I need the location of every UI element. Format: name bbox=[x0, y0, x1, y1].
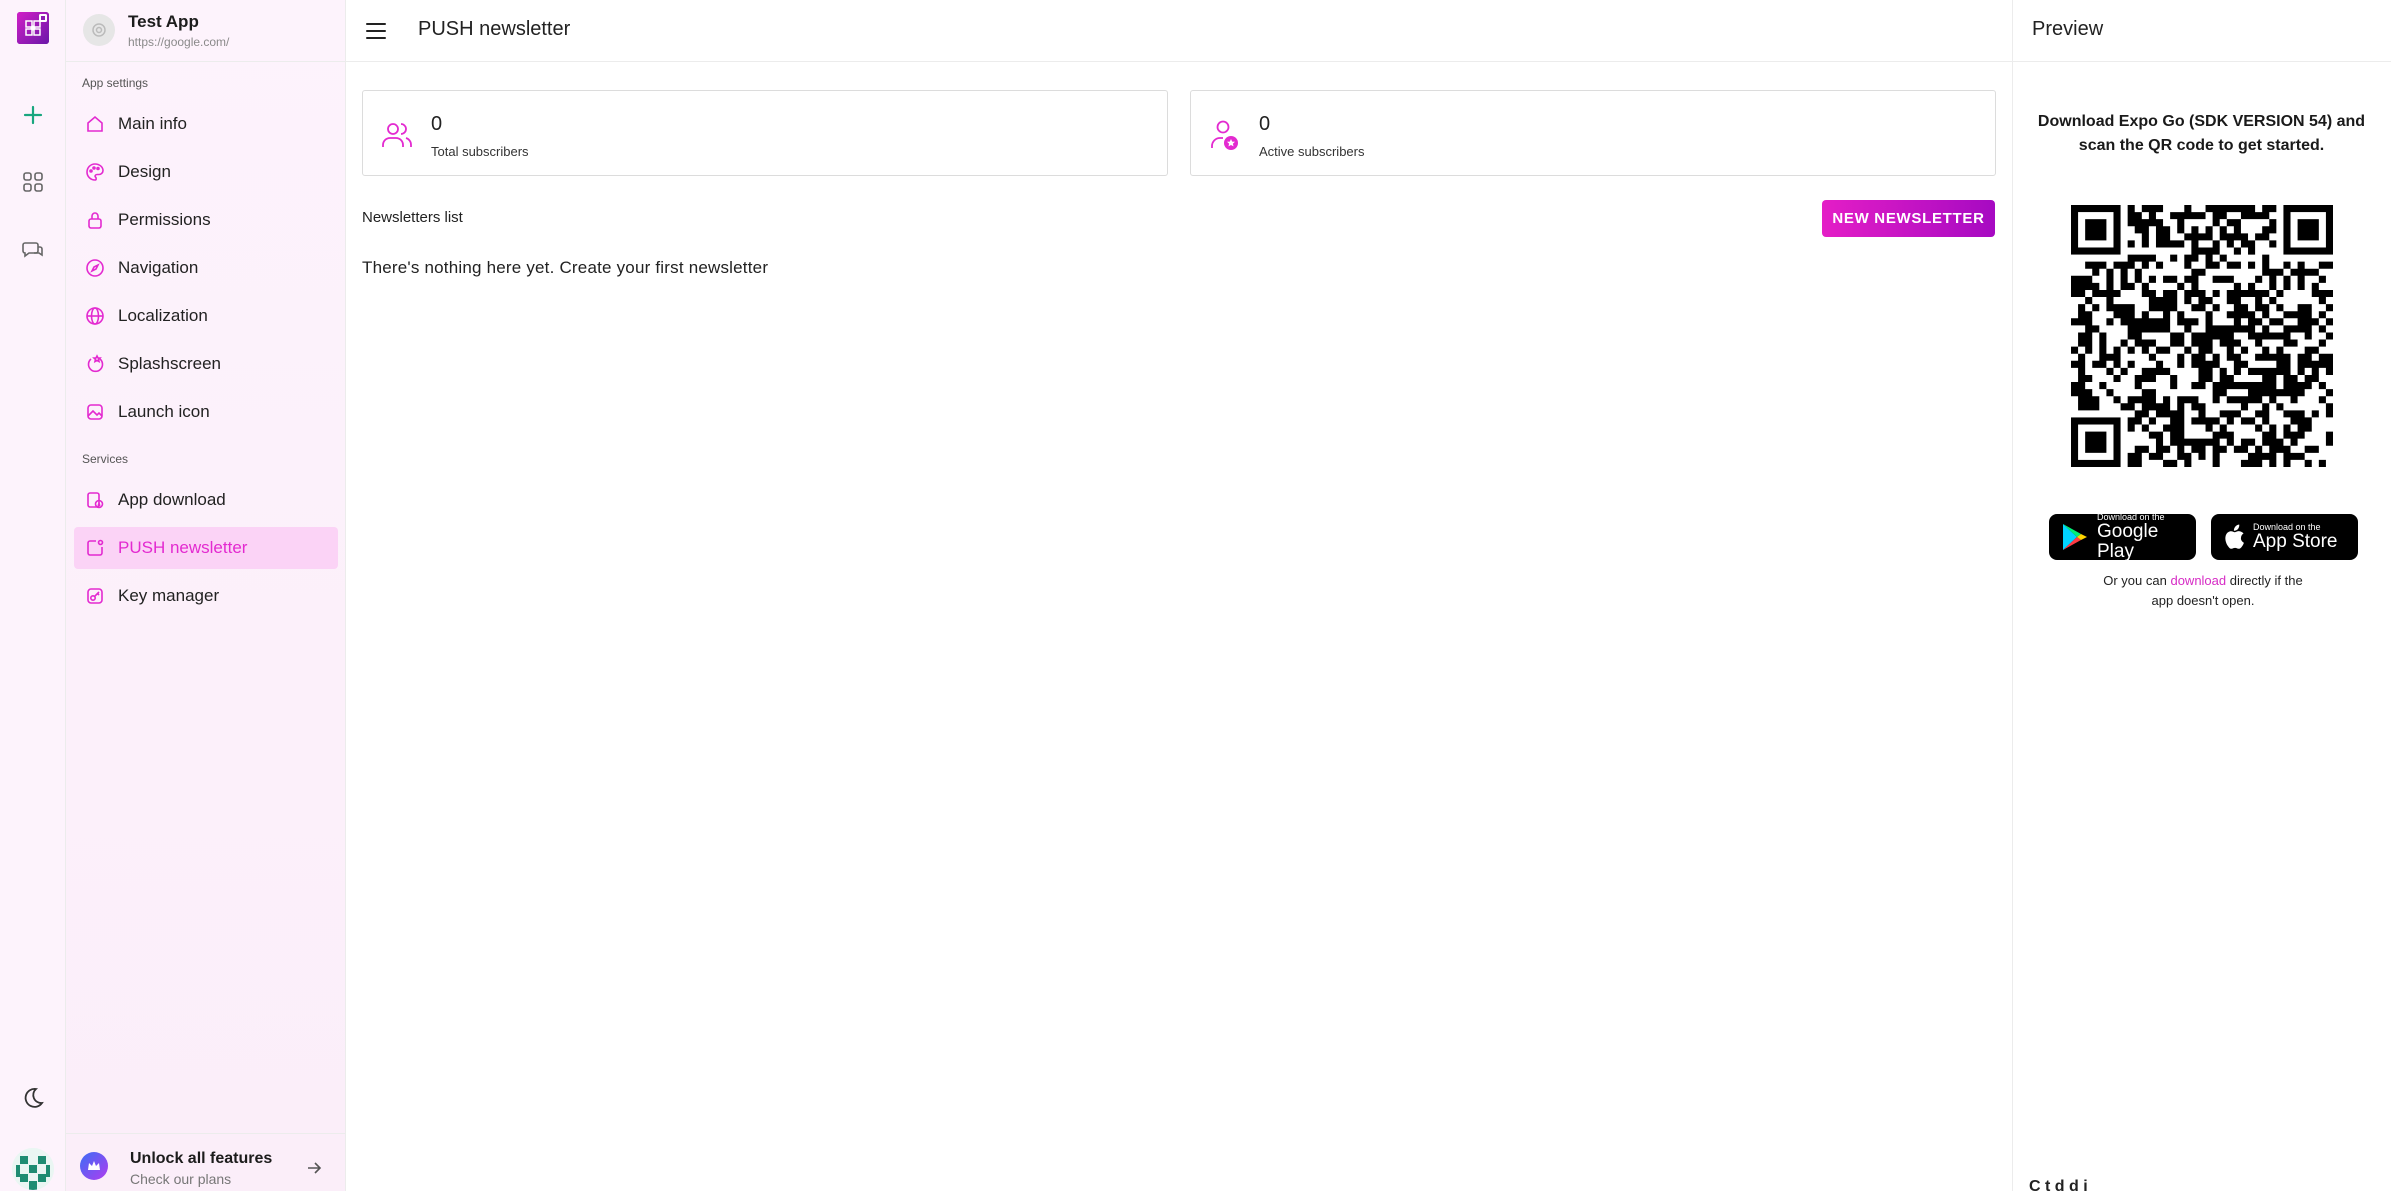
globe-icon bbox=[84, 305, 106, 327]
sidebar-item-localization[interactable]: Localization bbox=[74, 295, 338, 337]
sidebar-item-label: Main info bbox=[118, 114, 187, 133]
empty-state-text: There's nothing here yet. Create your fi… bbox=[362, 258, 769, 277]
sidebar-item-label: Splashscreen bbox=[118, 354, 222, 373]
sidebar: Test App https://google.com/ App setting… bbox=[66, 0, 346, 1191]
download-icon bbox=[84, 489, 106, 511]
upgrade-banner[interactable]: Unlock all features Check our plans bbox=[66, 1133, 346, 1191]
sidebar-item-design[interactable]: Design bbox=[74, 151, 338, 193]
sidebar-item-key-manager[interactable]: Key manager bbox=[74, 575, 338, 617]
section-title-app-settings: App settings bbox=[82, 76, 149, 90]
avatar[interactable] bbox=[12, 1148, 54, 1190]
splash-icon bbox=[84, 353, 106, 375]
chat-icon[interactable] bbox=[15, 232, 51, 268]
direct-download-link[interactable]: download bbox=[2170, 573, 2226, 588]
preview-description: Download Expo Go (SDK VERSION 54) and sc… bbox=[2037, 113, 2366, 154]
upgrade-subtitle: Check our plans bbox=[130, 1171, 232, 1187]
upgrade-title: Unlock all features bbox=[130, 1150, 273, 1167]
section-title-services: Services bbox=[82, 452, 129, 466]
stat-value: 0 bbox=[1259, 113, 1271, 135]
alt-download-text: Or you can download directly if the app … bbox=[2093, 571, 2313, 611]
stat-label: Active subscribers bbox=[1259, 144, 1365, 159]
stat-card-active-subscribers: 0 Active subscribers bbox=[1190, 90, 1996, 176]
new-newsletter-button[interactable]: NEW NEWSLETTER bbox=[1822, 200, 1995, 237]
page-title: PUSH newsletter bbox=[418, 18, 571, 40]
app-name: Test App bbox=[128, 12, 199, 31]
preview-header: Preview bbox=[2013, 0, 2391, 62]
preview-bottom-section-title: C t d d i bbox=[2029, 1178, 2088, 1195]
sidebar-item-label: Launch icon bbox=[118, 402, 210, 421]
app-avatar-icon bbox=[83, 14, 115, 46]
sidebar-item-label: Localization bbox=[118, 306, 208, 325]
sidebar-item-label: PUSH newsletter bbox=[118, 538, 248, 557]
sidebar-item-app-download[interactable]: App download bbox=[74, 479, 338, 521]
stat-value: 0 bbox=[431, 113, 443, 135]
stat-label: Total subscribers bbox=[431, 144, 529, 159]
crown-icon bbox=[80, 1152, 108, 1180]
push-icon bbox=[84, 537, 106, 559]
google-play-icon bbox=[2061, 522, 2089, 552]
qr-code bbox=[2071, 205, 2333, 467]
newsletters-list-title: Newsletters list bbox=[362, 209, 463, 226]
lock-icon bbox=[84, 209, 106, 231]
key-icon bbox=[84, 585, 106, 607]
home-icon bbox=[84, 113, 106, 135]
main-content: PUSH newsletter 0 Total subscribers 0 Ac… bbox=[346, 0, 2012, 1191]
sidebar-item-launch-icon[interactable]: Launch icon bbox=[74, 391, 338, 433]
sidebar-item-label: Design bbox=[118, 162, 171, 181]
preview-panel: Preview Download Expo Go (SDK VERSION 54… bbox=[2012, 0, 2391, 1195]
compass-icon bbox=[84, 257, 106, 279]
preview-title: Preview bbox=[2032, 18, 2104, 40]
apple-icon bbox=[2223, 524, 2245, 550]
app-rail bbox=[0, 0, 66, 1191]
apps-grid-icon[interactable] bbox=[15, 164, 51, 200]
sidebar-item-label: Navigation bbox=[118, 258, 199, 277]
google-play-big-text: Google Play bbox=[2097, 520, 2159, 562]
users-icon bbox=[379, 117, 415, 153]
sidebar-item-label: Key manager bbox=[118, 586, 220, 605]
stat-card-total-subscribers: 0 Total subscribers bbox=[362, 90, 1168, 176]
alt-prefix: Or you can bbox=[2103, 573, 2167, 588]
user-star-icon bbox=[1207, 117, 1243, 153]
image-icon bbox=[84, 401, 106, 423]
moon-icon[interactable] bbox=[15, 1080, 51, 1116]
arrow-right-icon[interactable] bbox=[302, 1156, 326, 1180]
top-bar: PUSH newsletter bbox=[346, 0, 2012, 62]
app-selector[interactable]: Test App https://google.com/ bbox=[66, 0, 346, 62]
sidebar-item-main-info[interactable]: Main info bbox=[74, 103, 338, 145]
sidebar-item-splashscreen[interactable]: Splashscreen bbox=[74, 343, 338, 385]
app-store-big-text: App Store bbox=[2253, 530, 2338, 552]
sidebar-item-label: App download bbox=[118, 490, 226, 509]
app-url: https://google.com/ bbox=[128, 35, 230, 49]
sidebar-item-permissions[interactable]: Permissions bbox=[74, 199, 338, 241]
plus-icon[interactable] bbox=[15, 97, 51, 133]
app-store-button[interactable]: Download on the App Store bbox=[2211, 514, 2358, 560]
google-play-button[interactable]: Download on the Google Play bbox=[2049, 512, 2196, 562]
sidebar-item-label: Permissions bbox=[118, 210, 211, 229]
sidebar-item-push-newsletter[interactable]: PUSH newsletter bbox=[74, 527, 338, 569]
palette-icon bbox=[84, 161, 106, 183]
menu-icon[interactable] bbox=[360, 16, 392, 46]
app-logo-icon[interactable] bbox=[17, 12, 49, 44]
sidebar-item-navigation[interactable]: Navigation bbox=[74, 247, 338, 289]
